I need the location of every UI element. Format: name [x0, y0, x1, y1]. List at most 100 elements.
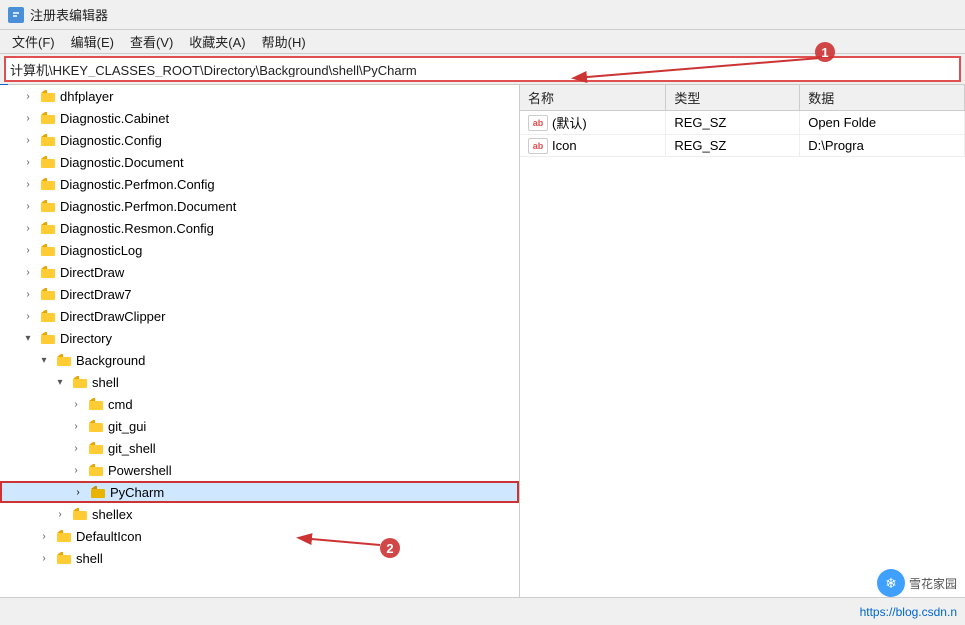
expand-defaulticon[interactable] — [36, 528, 52, 544]
tree-item-directory[interactable]: Directory — [0, 327, 519, 349]
folder-icon-shellex — [71, 506, 89, 522]
table-row[interactable]: ab Icon REG_SZ D:\Progra — [520, 135, 965, 157]
folder-icon-background — [55, 352, 73, 368]
col-data: 数据 — [800, 85, 965, 111]
expand-diagnostic-perfmon-document[interactable] — [20, 198, 36, 214]
value-type-icon: REG_SZ — [666, 135, 800, 157]
expand-directdraw[interactable] — [20, 264, 36, 280]
expand-powershell[interactable] — [68, 462, 84, 478]
value-data-default: Open Folde — [800, 111, 965, 135]
status-bar: https://blog.csdn.n ❄ 雪花家园 — [0, 597, 965, 625]
values-table: 名称 类型 数据 ab (默认) REG_SZ Open Folde — [520, 85, 965, 157]
tree-item-shell2[interactable]: shell — [0, 547, 519, 569]
label-defaulticon: DefaultIcon — [76, 529, 142, 544]
expand-cmd[interactable] — [68, 396, 84, 412]
folder-icon-diagnostic-document — [39, 154, 57, 170]
tree-item-dhfplayer[interactable]: dhfplayer — [0, 85, 519, 107]
expand-shell-bg[interactable] — [52, 374, 68, 390]
watermark-text: 雪花家园 — [909, 575, 957, 592]
label-directory: Directory — [60, 331, 112, 346]
label-pycharm: PyCharm — [110, 485, 164, 500]
expand-git-shell[interactable] — [68, 440, 84, 456]
value-name-default: ab (默认) — [520, 111, 666, 135]
tree-item-cmd[interactable]: cmd — [0, 393, 519, 415]
tree-item-git-shell[interactable]: git_shell — [0, 437, 519, 459]
expand-dhfplayer[interactable] — [20, 88, 36, 104]
tree-item-diagnostic-perfmon-document[interactable]: Diagnostic.Perfmon.Document — [0, 195, 519, 217]
status-url: https://blog.csdn.n — [860, 605, 957, 619]
tree-item-defaulticon[interactable]: DefaultIcon — [0, 525, 519, 547]
folder-icon-directdraw — [39, 264, 57, 280]
menu-bar: 文件(F) 编辑(E) 查看(V) 收藏夹(A) 帮助(H) — [0, 30, 965, 54]
expand-diagnostic-cabinet[interactable] — [20, 110, 36, 126]
table-row[interactable]: ab (默认) REG_SZ Open Folde — [520, 111, 965, 135]
value-data-icon: D:\Progra — [800, 135, 965, 157]
menu-favorites[interactable]: 收藏夹(A) — [181, 30, 253, 53]
menu-edit[interactable]: 编辑(E) — [63, 30, 122, 53]
folder-icon-shell-bg — [71, 374, 89, 390]
label-diagnostic-resmon-config: Diagnostic.Resmon.Config — [60, 221, 214, 236]
label-shell2: shell — [76, 551, 103, 566]
folder-icon-diagnostic-perfmon-document — [39, 198, 57, 214]
window-title: 注册表编辑器 — [30, 5, 108, 24]
expand-directory[interactable] — [20, 330, 36, 346]
menu-file[interactable]: 文件(F) — [4, 30, 63, 53]
expand-diagnosticlog[interactable] — [20, 242, 36, 258]
folder-icon-dhfplayer — [39, 88, 57, 104]
label-background: Background — [76, 353, 145, 368]
expand-shell2[interactable] — [36, 550, 52, 566]
reg-icon-ab-default: ab — [528, 115, 548, 131]
label-directdraw7: DirectDraw7 — [60, 287, 132, 302]
folder-icon-directory — [39, 330, 57, 346]
tree-item-git-gui[interactable]: git_gui — [0, 415, 519, 437]
label-diagnostic-perfmon-config: Diagnostic.Perfmon.Config — [60, 177, 215, 192]
tree-item-directdraw[interactable]: DirectDraw — [0, 261, 519, 283]
tree-item-diagnosticlog[interactable]: DiagnosticLog — [0, 239, 519, 261]
value-type-default: REG_SZ — [666, 111, 800, 135]
folder-icon-diagnostic-resmon-config — [39, 220, 57, 236]
folder-icon-diagnosticlog — [39, 242, 57, 258]
expand-pycharm[interactable] — [70, 484, 86, 500]
label-powershell: Powershell — [108, 463, 172, 478]
tree-item-powershell[interactable]: Powershell — [0, 459, 519, 481]
tree-item-pycharm[interactable]: PyCharm — [0, 481, 519, 503]
folder-icon-diagnostic-perfmon-config — [39, 176, 57, 192]
expand-diagnostic-resmon-config[interactable] — [20, 220, 36, 236]
tree-item-diagnostic-perfmon-config[interactable]: Diagnostic.Perfmon.Config — [0, 173, 519, 195]
expand-diagnostic-config[interactable] — [20, 132, 36, 148]
label-directdrawclipper: DirectDrawClipper — [60, 309, 165, 324]
tree-item-shellex[interactable]: shellex — [0, 503, 519, 525]
tree-item-background[interactable]: Background — [0, 349, 519, 371]
folder-icon-git-shell — [87, 440, 105, 456]
tree-item-diagnostic-resmon-config[interactable]: Diagnostic.Resmon.Config — [0, 217, 519, 239]
tree-panel[interactable]: dhfplayer Diagnostic.Cabinet Diagnostic.… — [0, 85, 520, 597]
menu-help[interactable]: 帮助(H) — [254, 30, 314, 53]
expand-diagnostic-perfmon-config[interactable] — [20, 176, 36, 192]
label-diagnostic-cabinet: Diagnostic.Cabinet — [60, 111, 169, 126]
title-bar: 注册表编辑器 — [0, 0, 965, 30]
tree-item-diagnostic-document[interactable]: Diagnostic.Document — [0, 151, 519, 173]
folder-icon-git-gui — [87, 418, 105, 434]
values-panel: 名称 类型 数据 ab (默认) REG_SZ Open Folde — [520, 85, 965, 597]
expand-directdraw7[interactable] — [20, 286, 36, 302]
expand-background[interactable] — [36, 352, 52, 368]
col-type: 类型 — [666, 85, 800, 111]
label-shellex: shellex — [92, 507, 132, 522]
label-cmd: cmd — [108, 397, 133, 412]
expand-directdrawclipper[interactable] — [20, 308, 36, 324]
label-diagnosticlog: DiagnosticLog — [60, 243, 142, 258]
tree-item-diagnostic-config[interactable]: Diagnostic.Config — [0, 129, 519, 151]
tree-item-directdraw7[interactable]: DirectDraw7 — [0, 283, 519, 305]
folder-icon-diagnostic-config — [39, 132, 57, 148]
label-directdraw: DirectDraw — [60, 265, 124, 280]
tree-item-shell-bg[interactable]: shell — [0, 371, 519, 393]
expand-diagnostic-document[interactable] — [20, 154, 36, 170]
expand-shellex[interactable] — [52, 506, 68, 522]
menu-view[interactable]: 查看(V) — [122, 30, 181, 53]
tree-item-directdrawclipper[interactable]: DirectDrawClipper — [0, 305, 519, 327]
label-dhfplayer: dhfplayer — [60, 89, 113, 104]
col-name: 名称 — [520, 85, 666, 111]
address-input[interactable] — [10, 62, 955, 77]
expand-git-gui[interactable] — [68, 418, 84, 434]
tree-item-diagnostic-cabinet[interactable]: Diagnostic.Cabinet — [0, 107, 519, 129]
